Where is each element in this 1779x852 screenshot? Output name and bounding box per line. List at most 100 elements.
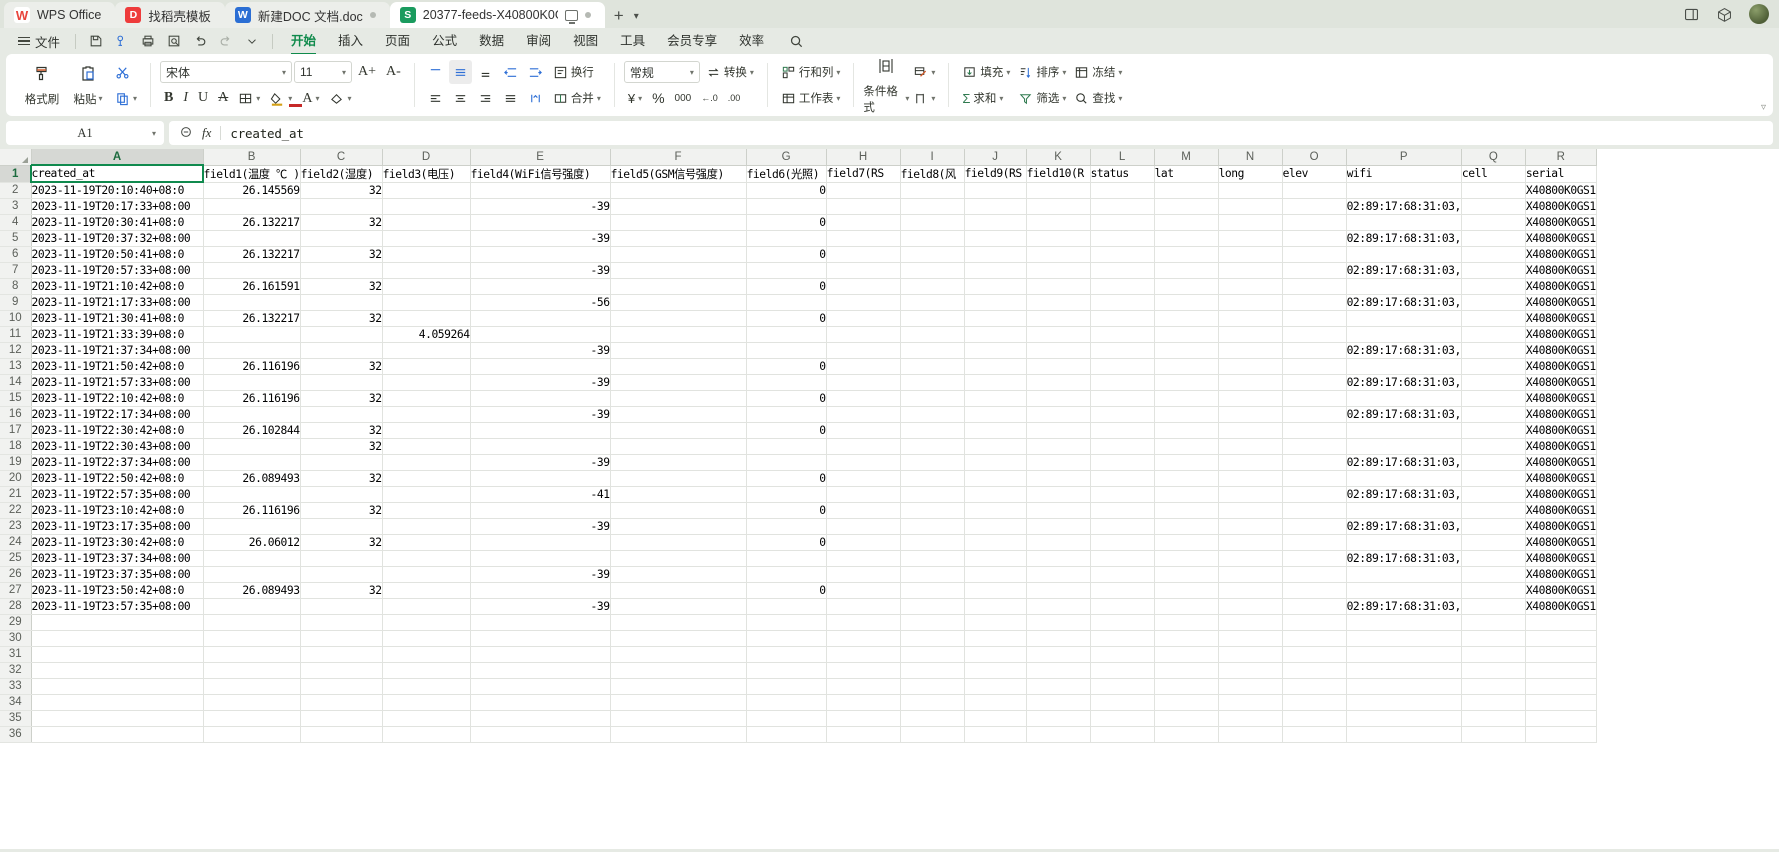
cell-r15[interactable]: X40800K0GS1 — [1525, 390, 1597, 407]
percent-format-button[interactable]: % — [648, 86, 668, 110]
cell-c32[interactable] — [300, 662, 383, 679]
cell-d6[interactable] — [382, 246, 471, 263]
cell-e7[interactable]: -39 — [470, 262, 611, 279]
sort-button[interactable]: 排序 ▾ — [1014, 60, 1070, 84]
cell-l36[interactable] — [1090, 726, 1155, 743]
cell-a12[interactable]: 2023-11-19T21:37:34+08:00 — [31, 342, 204, 359]
cell-j23[interactable] — [964, 518, 1027, 535]
justify-button[interactable] — [499, 86, 522, 110]
cell-p24[interactable] — [1346, 534, 1462, 551]
new-tab-button[interactable]: + — [614, 6, 624, 26]
ribbon-tab-data[interactable]: 数据 — [468, 28, 515, 54]
row-header-13[interactable]: 13 — [0, 358, 32, 375]
comma-format-button[interactable]: 000 — [671, 86, 696, 110]
cell-g2[interactable]: 0 — [746, 182, 827, 199]
cell-n24[interactable] — [1218, 534, 1283, 551]
cell-f21[interactable] — [610, 486, 747, 503]
cell-k33[interactable] — [1026, 678, 1091, 695]
cell-k12[interactable] — [1026, 342, 1091, 359]
cell-n17[interactable] — [1218, 422, 1283, 439]
cell-n12[interactable] — [1218, 342, 1283, 359]
cell-c20[interactable]: 32 — [300, 470, 383, 487]
column-header-c[interactable]: C — [300, 149, 383, 166]
cell-q26[interactable] — [1461, 566, 1526, 583]
cell-h2[interactable] — [826, 182, 901, 199]
cell-f14[interactable] — [610, 374, 747, 391]
tab-close-icon[interactable] — [369, 12, 376, 18]
cell-n32[interactable] — [1218, 662, 1283, 679]
cell-m25[interactable] — [1154, 550, 1219, 567]
underline-button[interactable]: U — [194, 86, 212, 110]
cell-l5[interactable] — [1090, 230, 1155, 247]
wrap-text-button[interactable]: 换行 — [549, 60, 598, 84]
cell-q17[interactable] — [1461, 422, 1526, 439]
cell-l15[interactable] — [1090, 390, 1155, 407]
cell-o35[interactable] — [1282, 710, 1347, 727]
cell-c12[interactable] — [300, 342, 383, 359]
cell-e32[interactable] — [470, 662, 611, 679]
cell-e2[interactable] — [470, 182, 611, 199]
cell-c6[interactable]: 32 — [300, 246, 383, 263]
cell-g5[interactable] — [746, 230, 827, 247]
sum-button[interactable]: Σ 求和 ▾ — [958, 86, 1014, 110]
cell-i31[interactable] — [900, 646, 965, 663]
cell-r11[interactable]: X40800K0GS1 — [1525, 326, 1597, 343]
cell-c15[interactable]: 32 — [300, 390, 383, 407]
row-header-16[interactable]: 16 — [0, 406, 32, 423]
cell-m20[interactable] — [1154, 470, 1219, 487]
cell-r14[interactable]: X40800K0GS1 — [1525, 374, 1597, 391]
cell-q21[interactable] — [1461, 486, 1526, 503]
filter-button[interactable]: 筛选 ▾ — [1014, 86, 1070, 110]
column-header-o[interactable]: O — [1282, 149, 1347, 166]
cell-e22[interactable] — [470, 502, 611, 519]
cell-k36[interactable] — [1026, 726, 1091, 743]
cell-n33[interactable] — [1218, 678, 1283, 695]
cell-d11[interactable]: 4.059264 — [382, 326, 471, 343]
cell-n35[interactable] — [1218, 710, 1283, 727]
cell-k10[interactable] — [1026, 310, 1091, 327]
cell-h5[interactable] — [826, 230, 901, 247]
cell-i11[interactable] — [900, 326, 965, 343]
undo-icon[interactable] — [187, 31, 213, 51]
cell-j2[interactable] — [964, 182, 1027, 199]
cell-q19[interactable] — [1461, 454, 1526, 471]
cell-e18[interactable] — [470, 438, 611, 455]
cell-i4[interactable] — [900, 214, 965, 231]
cell-n9[interactable] — [1218, 294, 1283, 311]
cell-h34[interactable] — [826, 694, 901, 711]
cell-h16[interactable] — [826, 406, 901, 423]
cell-e21[interactable]: -41 — [470, 486, 611, 503]
cell-b29[interactable] — [203, 614, 301, 631]
cell-c26[interactable] — [300, 566, 383, 583]
cell-m4[interactable] — [1154, 214, 1219, 231]
cell-r36[interactable] — [1525, 726, 1597, 743]
cell-q33[interactable] — [1461, 678, 1526, 695]
cell-p5[interactable]: 02:89:17:68:31:03, — [1346, 230, 1462, 247]
cell-n13[interactable] — [1218, 358, 1283, 375]
column-header-e[interactable]: E — [470, 149, 611, 166]
cell-a23[interactable]: 2023-11-19T23:17:35+08:00 — [31, 518, 204, 535]
cell-q2[interactable] — [1461, 182, 1526, 199]
cell-b26[interactable] — [203, 566, 301, 583]
ribbon-tab-tools[interactable]: 工具 — [609, 28, 656, 54]
cell-c25[interactable] — [300, 550, 383, 567]
cell-c18[interactable]: 32 — [300, 438, 383, 455]
header-cell-b1[interactable]: field1(温度 ℃ ) — [203, 165, 301, 183]
cell-b11[interactable] — [203, 326, 301, 343]
cell-f12[interactable] — [610, 342, 747, 359]
cell-q18[interactable] — [1461, 438, 1526, 455]
cell-g7[interactable] — [746, 262, 827, 279]
cell-p17[interactable] — [1346, 422, 1462, 439]
spreadsheet-grid[interactable]: ABCDEFGHIJKLMNOPQR 1 created_at field1(温度 … — [0, 149, 1779, 849]
cell-r28[interactable]: X40800K0GS1 — [1525, 598, 1597, 615]
cell-j9[interactable] — [964, 294, 1027, 311]
print-icon[interactable] — [135, 31, 161, 51]
tab-wps-office[interactable]: W WPS Office — [4, 2, 116, 28]
row-header-14[interactable]: 14 — [0, 374, 32, 391]
cell-o36[interactable] — [1282, 726, 1347, 743]
cell-d24[interactable] — [382, 534, 471, 551]
cell-g12[interactable] — [746, 342, 827, 359]
cell-f26[interactable] — [610, 566, 747, 583]
cell-f24[interactable] — [610, 534, 747, 551]
cell-m29[interactable] — [1154, 614, 1219, 631]
